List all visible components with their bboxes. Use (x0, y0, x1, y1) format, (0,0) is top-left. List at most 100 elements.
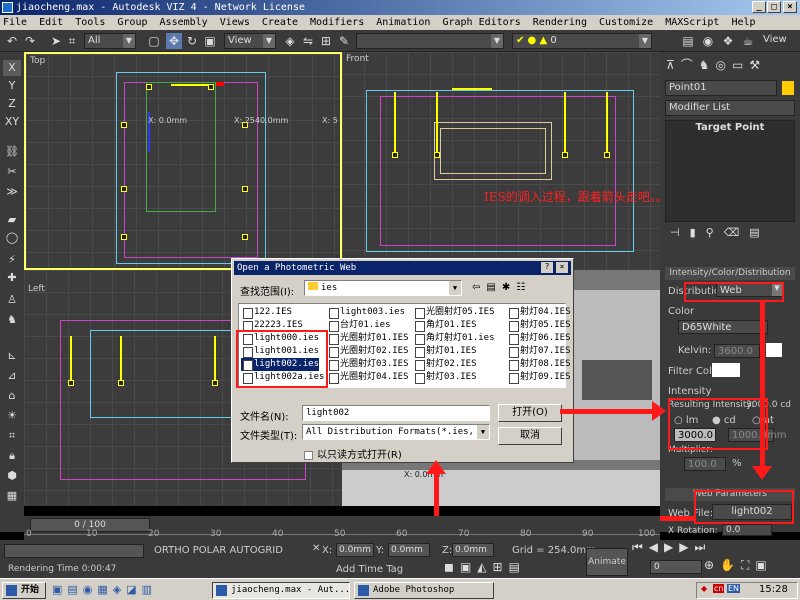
readonly-checkbox[interactable]: 以只读方式打开(R) (304, 446, 402, 461)
task-button-max[interactable]: jiaocheng.max - Aut... (212, 582, 350, 599)
light-marker[interactable] (68, 380, 74, 386)
open-button[interactable]: 打开(O) (498, 404, 562, 422)
axis-y-button[interactable]: Y (3, 78, 21, 94)
link-icon[interactable]: ⛓ (3, 144, 21, 160)
file-item[interactable]: light003.ies (327, 306, 405, 319)
file-item[interactable]: 光圈射灯04.IES (327, 371, 409, 384)
bind-icon[interactable]: ≫ (3, 184, 21, 200)
file-item[interactable]: 射灯03.IES (413, 371, 477, 384)
start-button[interactable]: 开始 (2, 582, 46, 599)
menu-animation[interactable]: Animation (376, 17, 430, 28)
light-marker[interactable] (146, 84, 152, 90)
light-bulb-icon[interactable]: ☀ (3, 408, 21, 424)
select-arrow-icon[interactable]: ➤ (48, 33, 64, 49)
render-view-dropdown[interactable]: View (760, 33, 798, 49)
modifier-stack-item[interactable]: Target Point (665, 122, 795, 136)
multiplier-input[interactable]: 100.0 (684, 457, 726, 471)
color-preset-dropdown[interactable]: D65White (678, 320, 768, 334)
light-marker[interactable] (392, 152, 398, 158)
move-icon[interactable]: ✥ (166, 33, 182, 49)
ime-icon[interactable]: cn (713, 584, 725, 593)
light-marker[interactable] (242, 234, 248, 240)
file-item[interactable]: 光圈射灯02.IES (327, 345, 409, 358)
menu-views[interactable]: Views (220, 17, 250, 28)
file-item[interactable]: 光圈射灯01.IES (327, 332, 409, 345)
render-setup-icon[interactable]: ❖ (720, 33, 736, 49)
light-marker[interactable] (121, 122, 127, 128)
measure-icon[interactable]: ⊾ (3, 348, 21, 364)
task-button-photoshop[interactable]: Adobe Photoshop (354, 582, 494, 599)
layer-manager-icon[interactable]: ▤ (680, 33, 696, 49)
menu-help[interactable]: Help (731, 17, 755, 28)
light-marker[interactable] (212, 380, 218, 386)
z-coord-input[interactable]: 0.0mm (452, 543, 494, 557)
navigation-controls[interactable]: ⊕✋⛶▣ (704, 558, 794, 576)
filter-color-swatch[interactable] (712, 363, 740, 377)
lights-icon[interactable]: ⚡ (3, 252, 21, 268)
align-icon[interactable]: ⊞ (318, 33, 334, 49)
menu-create[interactable]: Create (262, 17, 298, 28)
material-sample-icon[interactable]: ⬢ (3, 468, 21, 484)
lang-indicator[interactable]: EN (727, 584, 741, 593)
light-marker[interactable] (121, 234, 127, 240)
x-rotation-input[interactable]: 0.0 (722, 524, 772, 536)
axis-x-button[interactable]: X (3, 60, 21, 76)
object-color-swatch[interactable] (782, 81, 794, 95)
light-marker[interactable] (434, 152, 440, 158)
select-by-name-icon[interactable]: ⌗ (64, 33, 80, 49)
create-box-icon[interactable]: ▰ (3, 212, 21, 228)
file-item[interactable]: 台灯01.ies (327, 319, 391, 332)
light-marker[interactable] (121, 186, 127, 192)
tray-icon[interactable]: ◆ (701, 584, 707, 593)
file-item[interactable]: 射灯07.IES (507, 345, 571, 358)
maxscript-listener[interactable] (4, 544, 144, 558)
named-selection-icon[interactable]: ✎ (336, 33, 352, 49)
create-sphere-icon[interactable]: ◯ (3, 230, 21, 246)
menu-edit[interactable]: Edit (39, 17, 63, 28)
playback-buttons[interactable]: ⏮◀▶▶⏭ (632, 540, 792, 558)
named-selection-dropdown[interactable]: ▼ (356, 33, 504, 49)
rotate-icon[interactable]: ↻ (184, 33, 200, 49)
menu-graph-editors[interactable]: Graph Editors (442, 17, 520, 28)
animate-button[interactable]: Animate (586, 548, 628, 576)
menu-file[interactable]: File (3, 17, 27, 28)
lock-selection-icon[interactable]: ✕ (312, 543, 320, 554)
y-coord-input[interactable]: 0.0mm (388, 543, 430, 557)
material-icon[interactable]: ◉ (700, 33, 716, 49)
walk-icon[interactable]: ♙ (3, 292, 21, 308)
snap-toggles[interactable]: ORTHO POLAR AUTOGRID (154, 545, 283, 556)
menu-customize[interactable]: Customize (599, 17, 653, 28)
stack-tool-icons[interactable]: ⊣▮⚲⌫▤ (670, 226, 794, 240)
region-select-icon[interactable]: ▢ (146, 33, 162, 49)
file-item[interactable]: 角灯射灯01.ies (413, 332, 495, 345)
maximize-button[interactable]: □ (767, 1, 781, 13)
file-item[interactable]: 射灯08.IES (507, 358, 571, 371)
close-button[interactable]: × (783, 1, 797, 13)
cancel-button[interactable]: 取消 (498, 427, 562, 445)
file-item[interactable]: 射灯04.IES (507, 306, 571, 319)
light-marker[interactable] (118, 380, 124, 386)
light-marker[interactable] (242, 186, 248, 192)
look-in-dropdown[interactable]: ies ▼ (304, 280, 462, 296)
scale-icon[interactable]: ▣ (202, 33, 218, 49)
menu-assembly[interactable]: Assembly (160, 17, 208, 28)
minimize-button[interactable]: _ (752, 1, 766, 13)
viewport-front[interactable]: Front (342, 52, 660, 270)
kelvin-color-swatch[interactable] (766, 343, 782, 357)
mirror-icon[interactable]: ⇋ (300, 33, 316, 49)
axis-z-button[interactable]: Z (3, 96, 21, 112)
modifier-list-dropdown[interactable]: Modifier List (665, 100, 795, 116)
unlink-icon[interactable]: ✂ (3, 164, 21, 180)
run-icon[interactable]: ♞ (3, 312, 21, 328)
undo-icon[interactable]: ↶ (4, 33, 20, 49)
light-marker[interactable] (604, 152, 610, 158)
pivot-icon[interactable]: ◈ (282, 33, 298, 49)
menu-group[interactable]: Group (117, 17, 147, 28)
redo-icon[interactable]: ↷ (22, 33, 38, 49)
dialog-nav-icons[interactable]: ⇦▤✱☷ (472, 282, 562, 296)
file-item[interactable]: 射灯05.IES (507, 319, 571, 332)
menu-tools[interactable]: Tools (75, 17, 105, 28)
file-item[interactable]: 射灯06.IES (507, 332, 571, 345)
selection-filter-dropdown[interactable]: All ▼ (84, 33, 136, 49)
snapshot-icon[interactable]: ▦ (3, 488, 21, 504)
